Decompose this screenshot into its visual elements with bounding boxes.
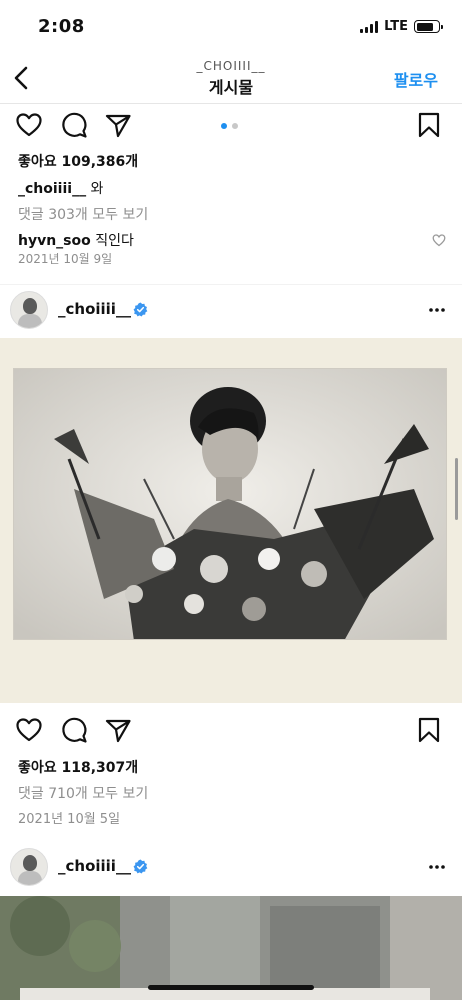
post1-likes[interactable]: 좋아요 109,386개 <box>18 151 138 171</box>
status-indicators: LTE <box>360 19 443 34</box>
nav-title-group: _CHOIIII__ 게시물 <box>0 59 462 98</box>
carousel-dot <box>232 123 238 129</box>
comment-like-icon[interactable] <box>432 233 446 247</box>
more-icon[interactable] <box>428 303 446 317</box>
post3-username[interactable]: _choiiii__ <box>58 857 131 875</box>
more-icon[interactable] <box>428 860 446 874</box>
heart-icon[interactable] <box>15 716 43 744</box>
share-icon[interactable] <box>104 111 132 139</box>
signal-icon <box>360 20 379 33</box>
share-icon[interactable] <box>104 716 132 744</box>
avatar[interactable] <box>10 848 48 886</box>
scroll-indicator[interactable] <box>455 458 458 520</box>
post2-action-row <box>0 710 462 750</box>
post1-comment: hyvn_soo 직인다 <box>18 230 134 250</box>
post1-view-comments[interactable]: 댓글 303개 모두 보기 <box>18 204 148 224</box>
verified-icon <box>133 859 148 874</box>
network-label: LTE <box>384 19 408 34</box>
caption-text: 와 <box>90 181 104 197</box>
follow-button[interactable]: 팔로우 <box>394 67 438 91</box>
comment-username[interactable]: hyvn_soo <box>18 233 91 249</box>
home-indicator[interactable] <box>148 985 314 990</box>
avatar[interactable] <box>10 291 48 329</box>
post2-view-comments[interactable]: 댓글 710개 모두 보기 <box>18 783 148 803</box>
carousel-indicator <box>221 123 238 129</box>
post3-header: _choiiii__ <box>0 842 462 894</box>
post2-image[interactable] <box>0 338 462 703</box>
comment-icon[interactable] <box>60 716 88 744</box>
battery-level <box>416 22 434 31</box>
caption-username[interactable]: _choiiii__ <box>18 181 86 197</box>
post2-username[interactable]: _choiiii__ <box>58 300 131 318</box>
comment-icon[interactable] <box>60 111 88 139</box>
post1-date: 2021년 10월 9일 <box>18 252 113 266</box>
nav-username: _CHOIIII__ <box>196 59 266 73</box>
status-bar: 2:08 LTE <box>0 0 462 52</box>
status-time: 2:08 <box>38 16 85 37</box>
post2-header: _choiiii__ <box>0 284 462 336</box>
battery-icon <box>414 20 443 33</box>
post1-caption: _choiiii__ 와 <box>18 178 103 198</box>
photo-print <box>13 368 447 640</box>
page-title: 게시물 <box>208 78 254 97</box>
carousel-dot-active <box>221 123 227 129</box>
bookmark-icon[interactable] <box>415 716 443 744</box>
post2-likes[interactable]: 좋아요 118,307개 <box>18 757 138 777</box>
heart-icon[interactable] <box>15 111 43 139</box>
comment-text: 직인다 <box>95 233 134 249</box>
verified-icon <box>133 302 148 317</box>
bookmark-icon[interactable] <box>415 111 443 139</box>
post1-action-row <box>0 105 462 145</box>
post2-date: 2021년 10월 5일 <box>18 812 121 827</box>
nav-bar: _CHOIIII__ 게시물 팔로우 <box>0 52 462 104</box>
